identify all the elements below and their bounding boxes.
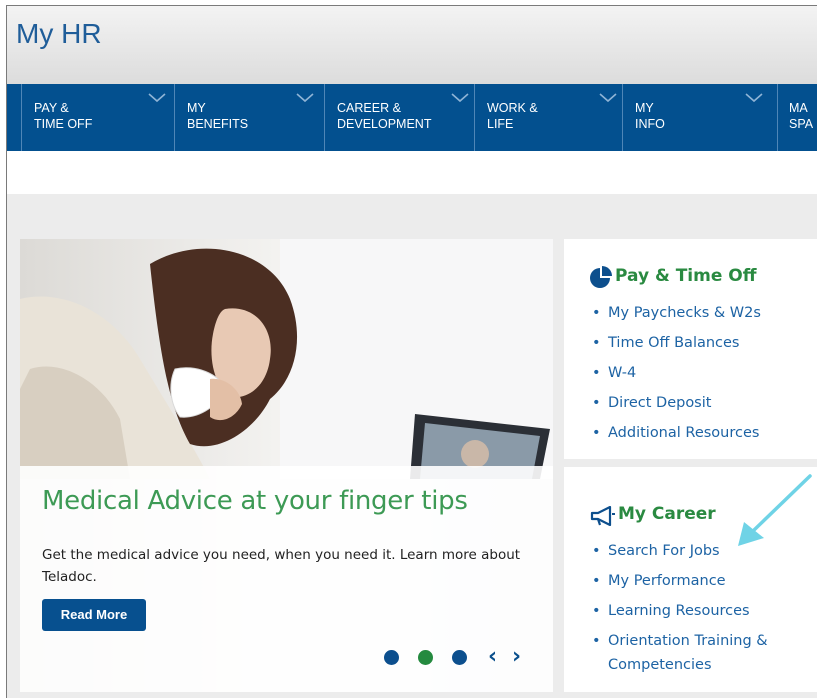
- nav-label: WORK & LIFE: [487, 101, 538, 131]
- link-label: Additional Resources: [608, 425, 760, 441]
- chevron-down-icon: [296, 93, 314, 103]
- content-spacer: [7, 151, 817, 194]
- link-my-performance[interactable]: • My Performance: [592, 566, 792, 596]
- nav-label: MY BENEFITS: [187, 101, 249, 131]
- chevron-down-icon: [148, 93, 166, 103]
- link-orientation-training[interactable]: • Orientation Training & Competencies: [592, 626, 792, 677]
- link-label: My Paychecks & W2s: [608, 305, 761, 321]
- nav-label: MA SPA: [789, 101, 814, 131]
- link-my-paychecks[interactable]: • My Paychecks & W2s: [592, 298, 761, 328]
- nav-label: CAREER & DEVELOPMENT: [337, 101, 432, 131]
- chevron-down-icon: [599, 93, 617, 103]
- link-label: W-4: [608, 365, 637, 381]
- pie-chart-icon: [590, 266, 612, 288]
- link-label: Search For Jobs: [608, 543, 720, 559]
- link-label: Direct Deposit: [608, 395, 712, 411]
- carousel-next-button[interactable]: ›: [512, 644, 521, 669]
- link-additional-resources[interactable]: • Additional Resources: [592, 418, 761, 448]
- nav-item-career-development[interactable]: CAREER & DEVELOPMENT: [324, 84, 474, 151]
- hero-caption-panel: Medical Advice at your finger tips Get t…: [20, 466, 553, 692]
- read-more-button[interactable]: Read More: [42, 599, 146, 631]
- nav-item-my-benefits[interactable]: MY BENEFITS: [174, 84, 317, 151]
- pay-time-off-links: • My Paychecks & W2s • Time Off Balances •…: [592, 298, 761, 448]
- nav-label: MY INFO: [635, 101, 665, 131]
- chevron-down-icon: [745, 93, 763, 103]
- pay-time-off-title: Pay & Time Off: [615, 266, 757, 286]
- hero-title: Medical Advice at your finger tips: [42, 486, 468, 516]
- carousel-dot-3[interactable]: [452, 650, 467, 665]
- chevron-down-icon: [451, 93, 469, 103]
- link-learning-resources[interactable]: • Learning Resources: [592, 596, 792, 626]
- link-label: Time Off Balances: [608, 335, 740, 351]
- link-label: Learning Resources: [608, 603, 750, 619]
- my-career-title: My Career: [618, 504, 716, 524]
- pay-time-off-card: Pay & Time Off • My Paychecks & W2s • Time…: [564, 239, 817, 459]
- my-career-links: • Search For Jobs • My Performance • Learni…: [592, 536, 792, 677]
- carousel-prev-button[interactable]: ‹: [488, 644, 497, 669]
- link-label: My Performance: [608, 573, 726, 589]
- nav-item-pay-time-off[interactable]: PAY & TIME OFF: [21, 84, 174, 151]
- megaphone-icon: [590, 506, 615, 526]
- link-label: Orientation Training & Competencies: [608, 633, 768, 673]
- link-w4[interactable]: • W-4: [592, 358, 761, 388]
- carousel-dot-2[interactable]: [418, 650, 433, 665]
- nav-label: PAY & TIME OFF: [34, 101, 93, 131]
- main-nav: PAY & TIME OFF MY BENEFITS CAREER & DEVE…: [7, 84, 817, 151]
- callout-arrow-icon: [738, 474, 812, 546]
- carousel-dot-1[interactable]: [384, 650, 399, 665]
- nav-item-manager-space[interactable]: MA SPA: [777, 84, 817, 151]
- link-time-off-balances[interactable]: • Time Off Balances: [592, 328, 761, 358]
- hero-carousel: Medical Advice at your finger tips Get t…: [20, 239, 553, 692]
- browser-frame: My HR PAY & TIME OFF MY BENEFITS CAREER …: [6, 5, 817, 698]
- hero-description: Get the medical advice you need, when yo…: [42, 547, 521, 585]
- page-header: My HR: [7, 6, 817, 84]
- link-direct-deposit[interactable]: • Direct Deposit: [592, 388, 761, 418]
- nav-item-work-life[interactable]: WORK & LIFE: [474, 84, 622, 151]
- nav-item-my-info[interactable]: MY INFO: [622, 84, 769, 151]
- app-title: My HR: [16, 18, 102, 49]
